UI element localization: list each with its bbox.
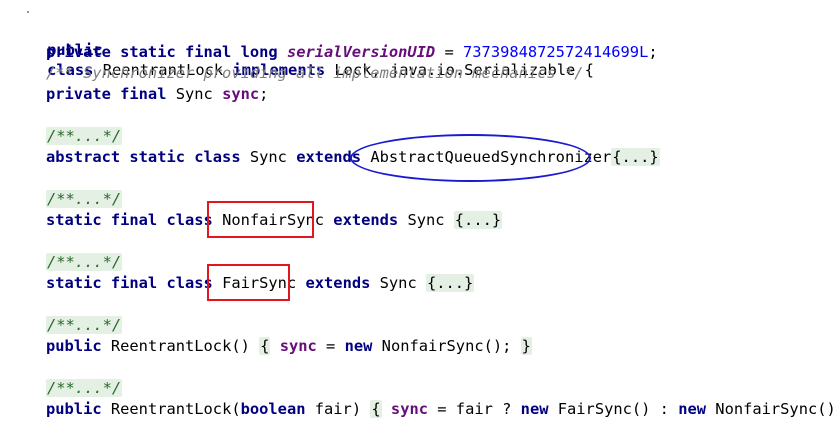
serial-modifiers: private static final long	[46, 43, 278, 61]
sync-field-name: sync	[222, 85, 260, 103]
nonfair-class-modifiers: static final class	[46, 211, 213, 229]
gutter-dot	[27, 11, 29, 13]
default-constructor-line: public ReentrantLock() { sync = new Nonf…	[10, 336, 532, 356]
folded-comment-fair[interactable]: /**...*/	[10, 252, 123, 272]
sync-class-name: Sync	[240, 148, 297, 166]
ternary-start: = fair ?	[428, 400, 521, 418]
red-box-fairsync	[207, 264, 290, 301]
keyword-boolean: boolean	[240, 400, 306, 418]
keyword-new: new	[344, 337, 373, 355]
sync-field-type: Sync	[166, 85, 223, 103]
sync-field-line: private final Sync sync;	[10, 84, 268, 104]
constructor-body-rest: NonfairSync();	[715, 400, 837, 418]
close-brace: }	[520, 337, 532, 355]
sync-field-ref: sync	[279, 337, 317, 355]
folded-comment[interactable]: /**...*/	[46, 127, 123, 145]
nonfair-parent-class: Sync	[398, 211, 454, 229]
keyword-extends: extends	[305, 274, 371, 292]
folded-comment-ctor1[interactable]: /**...*/	[10, 315, 123, 335]
folded-comment-ctor2[interactable]: /**...*/	[10, 378, 123, 398]
keyword-new: new	[520, 400, 549, 418]
fair-parent-class: Sync	[370, 274, 426, 292]
folded-body[interactable]: {...}	[453, 211, 503, 229]
keyword-public: public	[46, 337, 102, 355]
folded-comment[interactable]: /**...*/	[46, 190, 123, 208]
constructor-signature-start: ReentrantLock(	[101, 400, 241, 418]
sync-field-ref: sync	[390, 400, 428, 418]
assign: =	[316, 337, 345, 355]
ternary-mid: FairSync() :	[548, 400, 679, 418]
folded-comment[interactable]: /**...*/	[46, 253, 123, 271]
folded-comment[interactable]: /**...*/	[46, 379, 123, 397]
folded-comment[interactable]: /**...*/	[46, 316, 123, 334]
folded-comment-nonfair[interactable]: /**...*/	[10, 189, 123, 209]
red-box-nonfairsync	[207, 201, 314, 238]
serial-version-line: private static final long serialVersionU…	[10, 42, 658, 62]
keyword-new: new	[678, 400, 707, 418]
fair-constructor-line: public ReentrantLock(boolean fair) { syn…	[10, 399, 837, 419]
folded-body[interactable]: {...}	[611, 148, 660, 166]
sync-field-semi: ;	[259, 85, 269, 103]
constructor-signature: ReentrantLock()	[101, 337, 260, 355]
constructor-body-rest: NonfairSync();	[372, 337, 521, 355]
folded-body[interactable]: {...}	[425, 274, 475, 292]
sync-field-modifiers: private final	[46, 85, 167, 103]
fair-class-modifiers: static final class	[46, 274, 213, 292]
serial-field-name: serialVersionUID	[286, 43, 436, 61]
serial-value: 7373984872572414699L	[463, 43, 649, 61]
blue-ellipse-highlight	[350, 134, 591, 182]
class-declaration-line: public class ReentrantLock implements Lo…	[10, 20, 594, 79]
doc-comment: /** Synchronizer providing all implement…	[46, 64, 584, 82]
serial-eq: =	[435, 43, 464, 61]
doc-comment-line: /** Synchronizer providing all implement…	[10, 63, 583, 83]
keyword-extends: extends	[333, 211, 399, 229]
serial-semi: ;	[648, 43, 658, 61]
open-brace: {	[370, 400, 382, 418]
folded-comment-sync[interactable]: /**...*/	[10, 126, 123, 146]
open-brace: {	[259, 337, 271, 355]
sync-class-modifiers: abstract static class	[46, 148, 241, 166]
keyword-public: public	[46, 400, 102, 418]
constructor-signature-end: fair)	[305, 400, 371, 418]
code-editor[interactable]: public class ReentrantLock implements Lo…	[0, 0, 837, 448]
